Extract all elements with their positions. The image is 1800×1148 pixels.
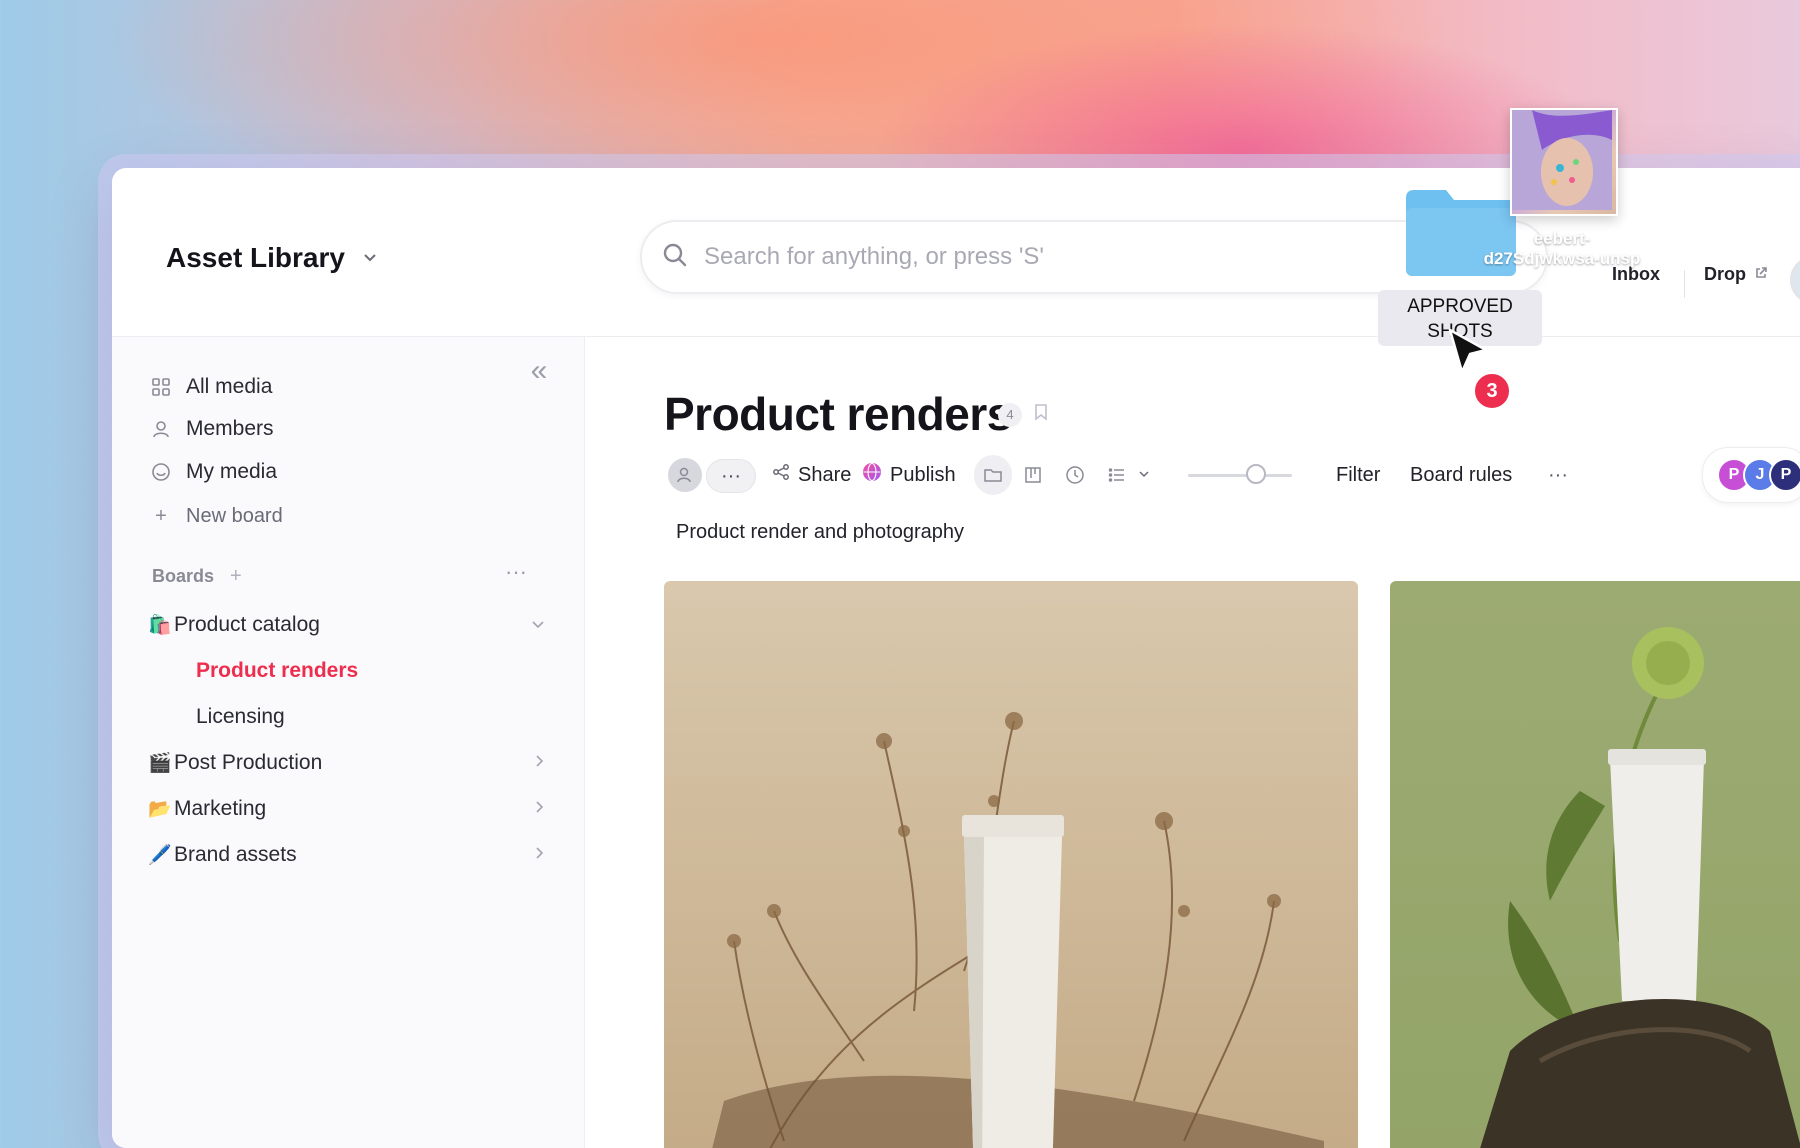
more-options-button[interactable]: ··· bbox=[706, 459, 756, 493]
add-board-icon[interactable]: + bbox=[230, 565, 242, 588]
bookmark-icon[interactable] bbox=[1034, 403, 1048, 426]
main-content: Product renders 4 ··· Share Publish Filt… bbox=[584, 337, 1800, 1148]
folder-view-icon[interactable] bbox=[974, 455, 1012, 495]
boards-section-header: Boards + bbox=[152, 565, 242, 588]
board-brand-assets[interactable]: 🖊️ Brand assets bbox=[148, 843, 544, 867]
user-avatar[interactable] bbox=[1790, 256, 1800, 304]
drop-label: Drop bbox=[1704, 264, 1746, 284]
new-board-label: New board bbox=[186, 505, 283, 527]
board-description: Product render and photography bbox=[676, 521, 964, 543]
board-product-catalog[interactable]: 🛍️ Product catalog bbox=[148, 613, 544, 637]
smiley-icon bbox=[150, 461, 172, 483]
board-view-icon[interactable] bbox=[1014, 455, 1052, 495]
drop-link[interactable]: Drop bbox=[1704, 264, 1768, 285]
new-board-button[interactable]: + New board bbox=[150, 505, 283, 528]
chevron-down-icon[interactable] bbox=[1132, 455, 1156, 495]
sidebar-item-label: Members bbox=[186, 417, 274, 440]
slider-handle[interactable] bbox=[1245, 464, 1266, 484]
person-icon bbox=[150, 418, 172, 440]
share-button[interactable]: Share bbox=[772, 455, 851, 495]
sidebar-item-all-media[interactable]: All media bbox=[150, 375, 272, 399]
workspace-title: Asset Library bbox=[166, 242, 345, 273]
chevron-down-icon bbox=[359, 247, 381, 269]
clapperboard-icon: 🎬 bbox=[148, 753, 172, 774]
product-photo-green-flower bbox=[1480, 627, 1800, 1148]
board-product-renders[interactable]: Product renders bbox=[196, 659, 358, 683]
chevron-right-icon[interactable] bbox=[536, 846, 544, 864]
board-rules-button[interactable]: Board rules bbox=[1410, 455, 1512, 495]
chevron-right-icon[interactable] bbox=[536, 754, 544, 772]
sidebar-item-members[interactable]: Members bbox=[150, 417, 274, 441]
file-name-line-1: eebert- bbox=[1533, 229, 1591, 248]
boards-label: Boards bbox=[152, 566, 215, 586]
clock-icon[interactable] bbox=[1056, 455, 1094, 495]
page-title: Product renders bbox=[664, 388, 1012, 440]
dragged-file-name: eebert- d27Sdjwkwsa-unsp bbox=[1482, 229, 1642, 269]
collaborator-avatar: P bbox=[1769, 458, 1800, 492]
toolbar-overflow-button[interactable]: ··· bbox=[1548, 455, 1568, 495]
board-label: Brand assets bbox=[174, 843, 297, 866]
drop-target-line-1: APPROVED bbox=[1407, 296, 1513, 317]
publish-button[interactable]: Publish bbox=[862, 455, 956, 495]
board-post-production[interactable]: 🎬 Post Production bbox=[148, 751, 544, 775]
plus-icon: + bbox=[155, 505, 167, 527]
external-link-icon bbox=[1754, 264, 1768, 285]
workspace-switcher[interactable]: Asset Library bbox=[166, 242, 381, 274]
collapse-sidebar-icon[interactable]: « bbox=[524, 356, 554, 387]
product-photo-dried-flowers bbox=[712, 712, 1324, 1148]
media-card[interactable] bbox=[1390, 581, 1800, 1148]
sidebar-item-label: All media bbox=[186, 375, 273, 398]
collaborators-group[interactable]: P J P bbox=[1702, 447, 1800, 503]
app-window: Asset Library Search for anything, or pr… bbox=[112, 168, 1800, 1148]
board-licensing[interactable]: Licensing bbox=[196, 705, 285, 729]
grid-icon bbox=[150, 376, 172, 398]
board-toolbar: ··· Share Publish Filter Board rules ···… bbox=[668, 447, 1800, 503]
chevron-down-icon[interactable] bbox=[532, 616, 544, 634]
search-icon bbox=[662, 242, 688, 273]
boards-more-icon[interactable]: ··· bbox=[505, 559, 527, 585]
members-avatar[interactable] bbox=[668, 455, 702, 495]
board-label: Marketing bbox=[174, 797, 267, 820]
share-icon bbox=[772, 463, 790, 487]
filter-button[interactable]: Filter bbox=[1336, 455, 1380, 495]
board-label: Post Production bbox=[174, 751, 323, 774]
sidebar: « All media Members My media + New board… bbox=[112, 337, 585, 1148]
sidebar-item-label: My media bbox=[186, 460, 278, 483]
board-marketing[interactable]: 📂 Marketing bbox=[148, 797, 544, 821]
pen-icon: 🖊️ bbox=[148, 845, 172, 866]
share-label: Share bbox=[798, 463, 852, 486]
file-name-line-2: d27Sdjwkwsa-unsp bbox=[1483, 249, 1641, 268]
folder-icon: 📂 bbox=[148, 799, 172, 820]
list-view-icon[interactable] bbox=[1098, 455, 1136, 495]
header-divider bbox=[1684, 270, 1685, 298]
shopping-bags-icon: 🛍️ bbox=[148, 615, 172, 636]
media-card[interactable] bbox=[664, 581, 1358, 1148]
sidebar-item-my-media[interactable]: My media bbox=[150, 460, 277, 484]
user-add-icon bbox=[668, 458, 702, 492]
chevron-right-icon[interactable] bbox=[536, 800, 544, 818]
search-placeholder: Search for anything, or press 'S' bbox=[704, 243, 1044, 270]
globe-icon bbox=[862, 462, 882, 488]
drag-count-badge: 3 bbox=[1473, 372, 1511, 410]
publish-label: Publish bbox=[890, 463, 956, 486]
board-label: Product catalog bbox=[174, 613, 320, 636]
dragged-image-thumbnail bbox=[1510, 108, 1618, 216]
thumbnail-size-slider[interactable] bbox=[1188, 474, 1292, 477]
item-count-badge: 4 bbox=[998, 403, 1022, 427]
